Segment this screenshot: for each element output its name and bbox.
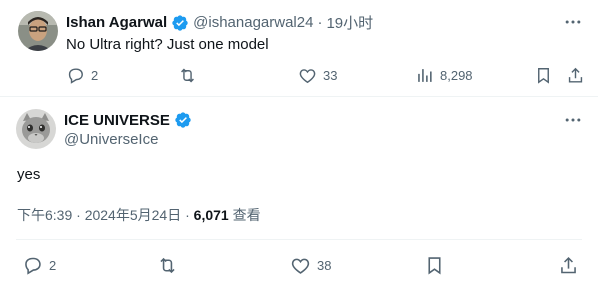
retweet-icon	[160, 257, 175, 274]
bookmark-icon	[428, 257, 441, 275]
share-icon	[568, 67, 583, 83]
reply-time-separator: ·	[317, 14, 323, 31]
main-author-name[interactable]: ICE UNIVERSE	[64, 112, 170, 129]
views-icon	[418, 69, 432, 82]
retweet-icon	[181, 68, 194, 83]
more-icon[interactable]	[563, 12, 583, 32]
tweet-view-count: 6,071	[193, 207, 229, 223]
like-icon	[299, 69, 316, 84]
reply-tweet-text: No Ultra right? Just one model	[66, 36, 269, 53]
retweet-button[interactable]	[178, 66, 203, 85]
like-icon	[291, 258, 310, 274]
main-tweet-text: yes	[17, 166, 41, 183]
tweet-divider	[0, 96, 598, 97]
reply-header: Ishan Agarwal @ishanagarwal24 · 19小时	[66, 12, 373, 33]
verified-badge-icon	[175, 112, 191, 128]
more-icon[interactable]	[563, 110, 583, 130]
like-count: 33	[323, 68, 338, 83]
tweet-meta: 下午6:39 · 2024年5月24日 · 6,071 查看	[17, 205, 261, 225]
reply-icon	[25, 257, 41, 275]
like-button[interactable]: 33	[298, 66, 337, 85]
reply-author-name[interactable]: Ishan Agarwal	[66, 14, 167, 31]
reply-count: 2	[91, 68, 99, 83]
tweet-view-label: 查看	[232, 207, 261, 223]
main-like-count: 38	[317, 258, 332, 273]
meta-separator: ·	[185, 207, 190, 223]
main-like-button[interactable]: 38	[290, 255, 331, 276]
main-author-handle[interactable]: @UniverseIce	[64, 131, 158, 148]
share-button[interactable]	[566, 66, 585, 85]
tweet-timestamp[interactable]: 下午6:39 · 2024年5月24日	[17, 207, 181, 223]
verified-badge-icon	[172, 14, 188, 31]
main-reply-count: 2	[49, 258, 57, 273]
bookmark-icon	[538, 68, 549, 84]
main-reply-button[interactable]: 2	[22, 255, 56, 276]
main-header: ICE UNIVERSE	[64, 111, 192, 129]
views-button[interactable]: 8,298	[415, 66, 473, 85]
cat-avatar-image	[16, 109, 56, 149]
share-icon	[561, 256, 576, 274]
main-author-avatar[interactable]	[16, 109, 56, 149]
views-count: 8,298	[440, 68, 473, 83]
main-bookmark-button[interactable]	[424, 255, 445, 276]
reply-author-handle[interactable]: @ishanagarwal24	[193, 14, 313, 31]
person-avatar-image	[18, 11, 58, 51]
main-retweet-button[interactable]	[157, 255, 184, 276]
reply-time-ago[interactable]: 19小时	[326, 12, 373, 33]
reply-author-avatar[interactable]	[18, 11, 58, 51]
bookmark-button[interactable]	[534, 66, 553, 85]
main-share-button[interactable]	[558, 255, 579, 276]
reply-icon	[68, 68, 83, 84]
reply-button[interactable]: 2	[66, 66, 98, 85]
meta-divider	[16, 239, 582, 240]
